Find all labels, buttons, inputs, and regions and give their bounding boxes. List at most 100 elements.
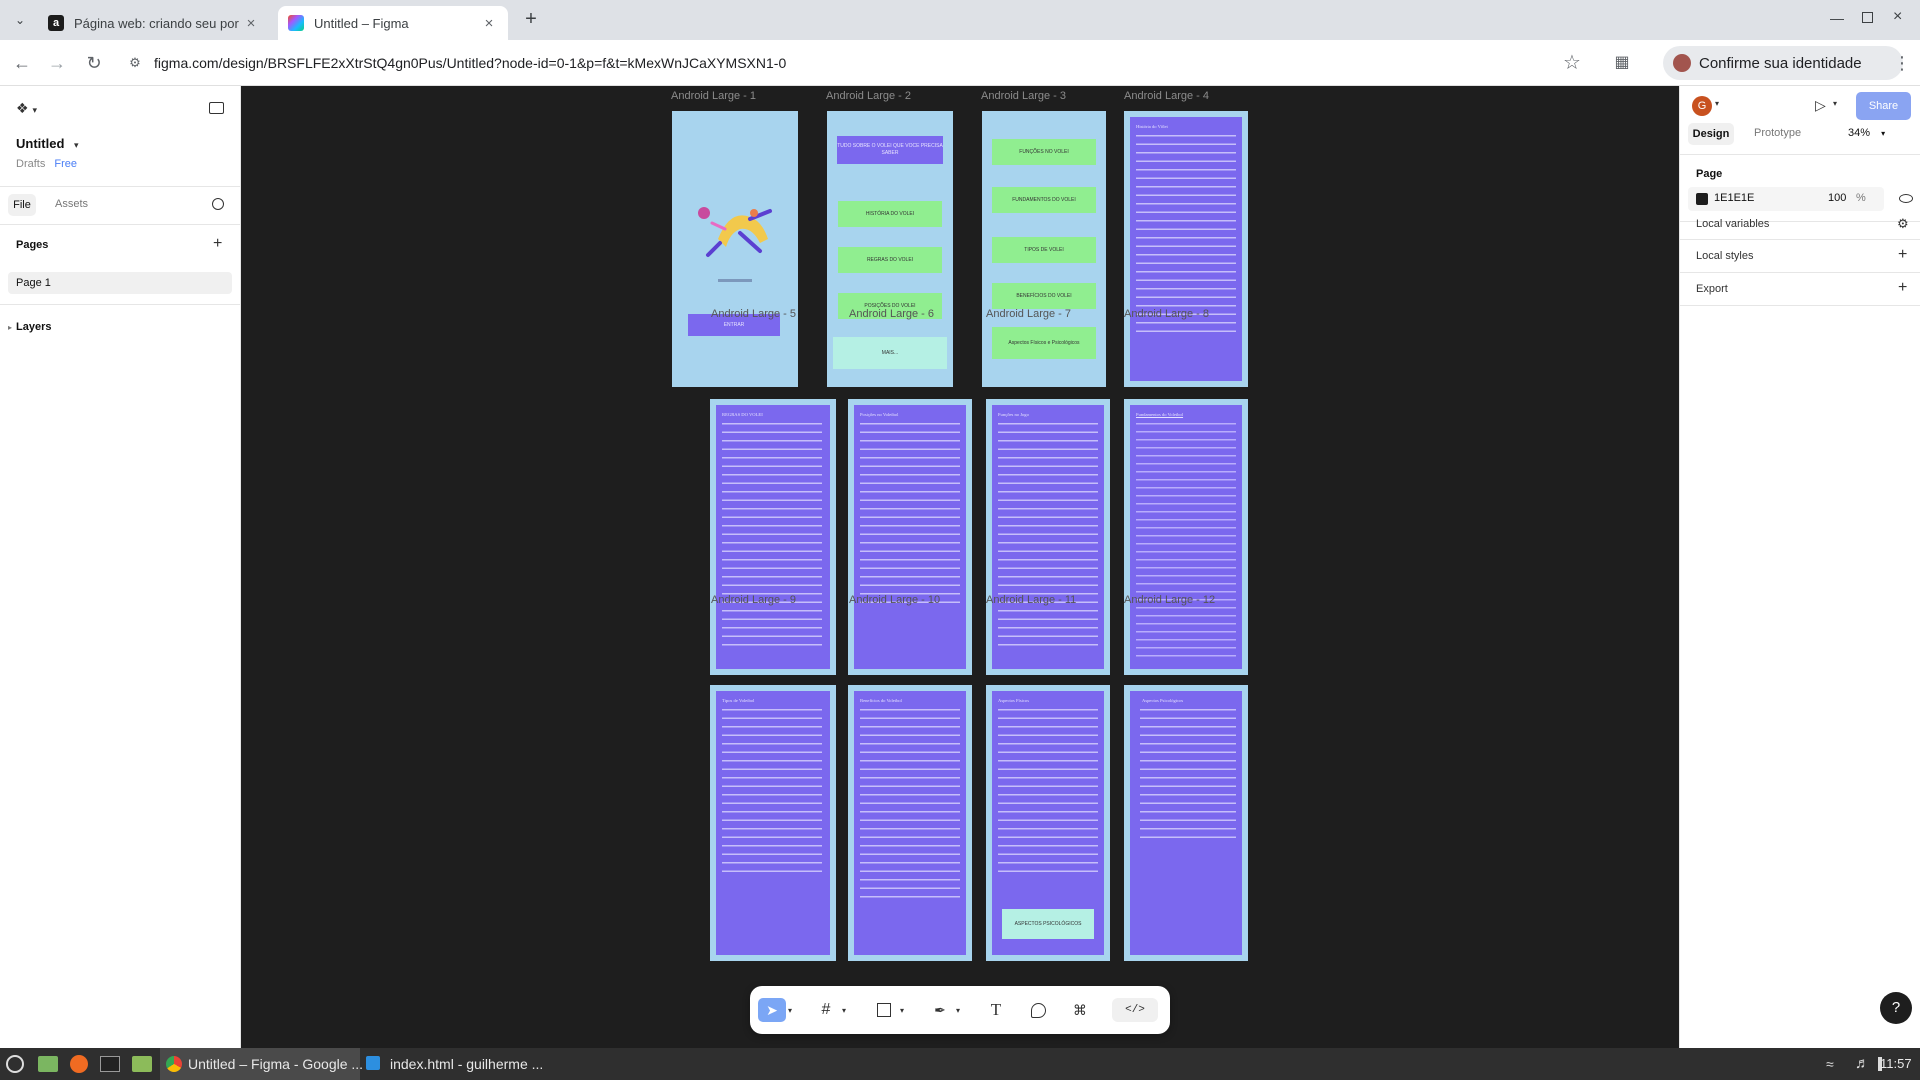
chevron-down-icon[interactable]: ▾ [1715, 99, 1719, 108]
frame-label[interactable]: Android Large - 2 [826, 90, 911, 102]
bookmark-star-icon[interactable]: ☆ [1560, 51, 1584, 75]
avatar[interactable]: G [1692, 96, 1712, 116]
android-frame-10[interactable]: Benefícios do Voleibol [848, 685, 972, 961]
android-frame-6[interactable]: Posições no Voleibol [848, 399, 972, 675]
android-frame-3[interactable]: FUNÇÕES NO VOLEI FUNDAMENTOS DO VOLEI TI… [982, 111, 1106, 387]
drafts-label[interactable]: Drafts [16, 158, 45, 170]
taskbar-item-vscode[interactable]: index.html - guilherme ... [362, 1048, 562, 1080]
tab-design[interactable]: Design [1688, 123, 1734, 145]
frame-label[interactable]: Android Large - 12 [1124, 594, 1215, 606]
tab-prototype[interactable]: Prototype [1754, 127, 1801, 139]
start-menu-icon[interactable] [6, 1055, 24, 1073]
rules-button[interactable]: REGRAS DO VOLEI [838, 247, 942, 273]
add-export-icon[interactable]: + [1898, 279, 1907, 297]
folder-icon[interactable] [132, 1056, 152, 1072]
visibility-eye-icon[interactable] [1899, 194, 1913, 203]
android-frame-8[interactable]: Fundamentos do Voleibol [1124, 399, 1248, 675]
firefox-icon[interactable] [70, 1055, 88, 1073]
psych-aspects-button[interactable]: ASPECTOS PSICOLÓGICOS [1002, 909, 1094, 939]
add-page-icon[interactable]: + [213, 235, 222, 253]
wifi-icon[interactable]: ≈ [1826, 1056, 1834, 1072]
frame-label[interactable]: Android Large - 3 [981, 90, 1066, 102]
reload-icon[interactable]: ↻ [82, 51, 106, 75]
tab-figma[interactable]: Untitled – Figma × [278, 6, 508, 40]
identity-button[interactable]: Confirme sua identidade [1663, 46, 1903, 80]
files-icon[interactable] [38, 1056, 58, 1072]
variables-settings-icon[interactable]: ⚙ [1897, 216, 1909, 232]
help-button[interactable]: ? [1880, 992, 1912, 1024]
android-frame-5[interactable]: REGRAS DO VOLEI [710, 399, 836, 675]
site-info-icon[interactable]: ⚙ [120, 55, 150, 71]
local-styles-label[interactable]: Local styles [1696, 250, 1753, 262]
browser-menu-icon[interactable]: ⋮ [1890, 51, 1914, 75]
forward-icon[interactable]: → [45, 51, 69, 75]
close-icon[interactable]: × [480, 15, 498, 32]
page-opacity[interactable]: 100 [1828, 192, 1846, 204]
close-icon[interactable]: × [242, 15, 260, 32]
figma-menu-icon[interactable]: ❖ ▾ [16, 100, 37, 117]
frame-label[interactable]: Android Large - 6 [849, 308, 934, 320]
page-item-page-1[interactable]: Page 1 [8, 272, 232, 294]
text-tool-icon[interactable]: T [982, 998, 1010, 1022]
chevron-down-icon[interactable]: ▾ [1833, 99, 1837, 108]
frame-label[interactable]: Android Large - 7 [986, 308, 1071, 320]
dev-mode-icon[interactable]: </> [1112, 998, 1158, 1022]
local-variables-label[interactable]: Local variables [1696, 218, 1769, 230]
frame-label[interactable]: Android Large - 4 [1124, 90, 1209, 102]
frame-tool-icon[interactable]: # [812, 998, 840, 1022]
frame-label[interactable]: Android Large - 11 [986, 594, 1076, 606]
close-window-icon[interactable]: × [1893, 8, 1902, 26]
tab-list-chevron-icon[interactable]: ⌄ [10, 10, 30, 30]
chevron-down-icon[interactable]: ▾ [952, 998, 964, 1022]
volume-icon[interactable]: ♬ [1855, 1055, 1870, 1072]
share-button[interactable]: Share [1856, 92, 1911, 120]
frame-label[interactable]: Android Large - 5 [711, 308, 796, 320]
android-frame-4[interactable]: História do Vôlei [1124, 111, 1248, 387]
search-icon[interactable] [212, 198, 224, 210]
address-bar[interactable]: ⚙ figma.com/design/BRSFLFE2xXtrStQ4gn0Pu… [120, 46, 1590, 80]
back-icon[interactable]: ← [10, 51, 34, 75]
aspects-button[interactable]: Aspectos Físicos e Psicológicos [992, 327, 1096, 359]
plan-badge[interactable]: Free [54, 158, 77, 170]
zoom-level[interactable]: 34% ▾ [1848, 127, 1885, 139]
taskbar-item-chrome[interactable]: Untitled – Figma - Google ... [160, 1048, 363, 1080]
android-frame-2[interactable]: TUDO SOBRE O VOLEI QUE VOCE PRECISA SABE… [827, 111, 953, 387]
more-button[interactable]: MAIS... [833, 337, 947, 369]
benefits-button[interactable]: BENEFÍCIOS DO VOLEI [992, 283, 1096, 309]
frame-label[interactable]: Android Large - 9 [711, 594, 796, 606]
play-icon[interactable]: ▷ [1815, 97, 1826, 114]
new-tab-icon[interactable]: + [520, 8, 542, 30]
android-frame-7[interactable]: Funções no Jogo [986, 399, 1110, 675]
android-frame-9[interactable]: Tipos de Voleibol [710, 685, 836, 961]
history-button[interactable]: HISTÓRIA DO VOLEI [838, 201, 942, 227]
android-frame-11[interactable]: Aspectos Físicos ASPECTOS PSICOLÓGICOS [986, 685, 1110, 961]
minimize-icon[interactable]: — [1830, 10, 1844, 26]
terminal-icon[interactable] [100, 1056, 120, 1072]
tab-assets[interactable]: Assets [55, 198, 88, 210]
add-style-icon[interactable]: + [1898, 246, 1907, 264]
chevron-down-icon[interactable]: ▾ [896, 998, 908, 1022]
chevron-down-icon[interactable]: ▾ [784, 998, 796, 1022]
tab-pagina-web[interactable]: a Página web: criando seu por × [38, 6, 270, 40]
frame-label[interactable]: Android Large - 8 [1124, 308, 1209, 320]
resources-tool-icon[interactable]: ⌘ [1066, 998, 1094, 1022]
types-button[interactable]: TIPOS DE VOLEI [992, 237, 1096, 263]
functions-button[interactable]: FUNÇÕES NO VOLEI [992, 139, 1096, 165]
file-name[interactable]: Untitled ▾ [16, 136, 79, 151]
pen-tool-icon[interactable]: ✒ [926, 998, 954, 1022]
layers-heading[interactable]: ▸ Layers [8, 321, 52, 333]
android-frame-12[interactable]: Aspectos Psicológicos [1124, 685, 1248, 961]
tab-file[interactable]: File [8, 194, 36, 216]
frame-label[interactable]: Android Large - 1 [671, 90, 756, 102]
page-color-field[interactable]: 1E1E1E 100 % [1688, 187, 1884, 211]
comment-tool-icon[interactable] [1024, 998, 1052, 1022]
frame-label[interactable]: Android Large - 10 [849, 594, 940, 606]
move-tool-icon[interactable]: ➤ [758, 998, 786, 1022]
rectangle-tool-icon[interactable] [870, 998, 898, 1022]
design-canvas[interactable]: Android Large - 1 Android Large - 2 Andr… [241, 86, 1679, 1048]
restore-icon[interactable] [1862, 12, 1873, 23]
fundamentals-button[interactable]: FUNDAMENTOS DO VOLEI [992, 187, 1096, 213]
toggle-sidebar-icon[interactable] [209, 102, 224, 114]
export-label[interactable]: Export [1696, 283, 1728, 295]
chevron-down-icon[interactable]: ▾ [838, 998, 850, 1022]
